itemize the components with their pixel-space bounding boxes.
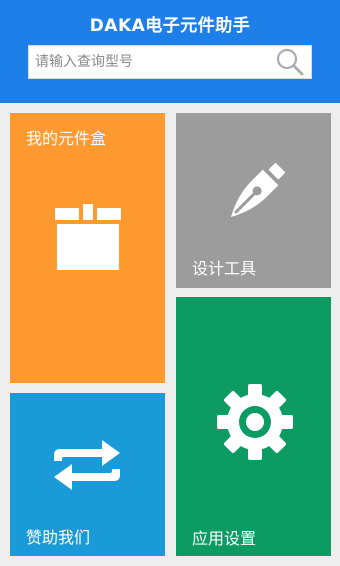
app-header: DAKA电子元件助手 [0,0,340,103]
pen-nib-icon [230,162,286,218]
tile-app-settings[interactable]: 应用设置 [176,297,331,556]
tile-label: 我的元件盒 [26,129,107,148]
search-input[interactable] [29,46,269,78]
tile-donate[interactable]: 赞助我们 [10,393,165,556]
search-button[interactable] [271,46,309,78]
search-icon [276,48,304,76]
tile-design-tools[interactable]: 设计工具 [176,113,331,288]
tile-label: 设计工具 [192,259,257,278]
tile-label: 赞助我们 [26,528,91,547]
swap-arrows-icon [54,440,120,490]
tile-my-component-box[interactable]: 我的元件盒 [10,113,165,383]
search-box [28,45,312,79]
tile-label: 应用设置 [192,529,257,548]
app-title: DAKA电子元件助手 [89,16,251,36]
gear-icon [217,384,293,460]
box-icon [55,204,121,270]
